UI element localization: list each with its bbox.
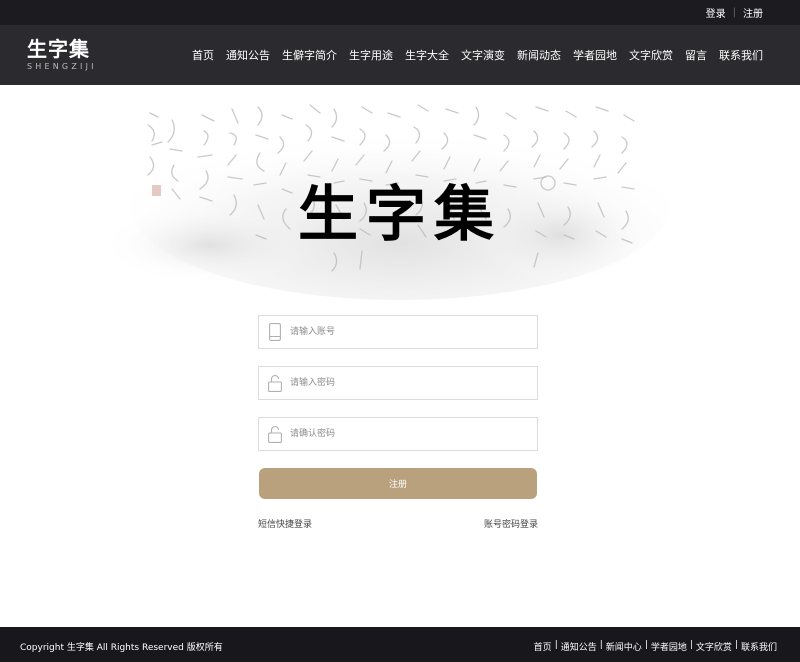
calligraphy-background: 生字集: [100, 104, 670, 300]
footer: Copyright 生字集 All Rights Reserved 版权所有 首…: [0, 627, 800, 662]
logo-pinyin: SHENGZIJI: [27, 62, 97, 71]
nav-item-home[interactable]: 首页: [192, 47, 214, 63]
account-field[interactable]: [258, 315, 538, 349]
nav-item-notices[interactable]: 通知公告: [226, 47, 270, 63]
nav-item-contact[interactable]: 联系我们: [719, 47, 763, 63]
top-bar: 登录 | 注册: [0, 0, 800, 25]
calligraphy-banner: 生字集: [0, 85, 800, 303]
login-options: 短信快捷登录 账号密码登录: [258, 517, 538, 530]
site-logo[interactable]: 生字集 SHENGZIJI: [27, 37, 97, 72]
divider: |: [732, 7, 736, 18]
calligraphy-title: 生字集: [298, 180, 502, 250]
lock-icon: [259, 367, 290, 399]
footer-link-appreciation[interactable]: 文字欣赏: [696, 640, 732, 653]
lock-icon: [259, 418, 290, 450]
nav-item-usage[interactable]: 生字用途: [349, 47, 393, 63]
nav-item-appreciation[interactable]: 文字欣赏: [629, 47, 673, 63]
nav-item-dictionary[interactable]: 生字大全: [405, 47, 449, 63]
login-link[interactable]: 登录: [706, 5, 726, 20]
auth-links: 登录 | 注册: [706, 5, 763, 20]
register-button[interactable]: 注册: [259, 468, 537, 499]
sms-login-link[interactable]: 短信快捷登录: [258, 517, 312, 530]
password-login-link[interactable]: 账号密码登录: [484, 517, 538, 530]
divider: |: [599, 640, 603, 650]
nav-item-messages[interactable]: 留言: [685, 47, 707, 63]
divider: |: [734, 640, 738, 650]
nav-item-intro[interactable]: 生僻字简介: [282, 47, 337, 63]
logo-name: 生字集: [27, 37, 90, 61]
header: 生字集 SHENGZIJI 首页 通知公告 生僻字简介 生字用途 生字大全 文字…: [0, 25, 800, 85]
phone-icon: [259, 316, 290, 348]
account-input[interactable]: [290, 317, 537, 347]
password-field[interactable]: [258, 366, 538, 400]
register-link[interactable]: 注册: [743, 5, 763, 20]
copyright-text: Copyright 生字集 All Rights Reserved 版权所有: [20, 643, 223, 653]
footer-links: 首页 | 通知公告 | 新闻中心 | 学者园地 | 文字欣赏 | 联系我们: [534, 640, 777, 653]
footer-link-notices[interactable]: 通知公告: [561, 640, 597, 653]
nav-item-news[interactable]: 新闻动态: [517, 47, 561, 63]
divider: |: [689, 640, 693, 650]
footer-link-home[interactable]: 首页: [534, 640, 552, 653]
divider: |: [554, 640, 558, 650]
footer-link-contact[interactable]: 联系我们: [741, 640, 777, 653]
password-input[interactable]: [290, 368, 537, 398]
footer-link-scholars[interactable]: 学者园地: [651, 640, 687, 653]
confirm-password-field[interactable]: [258, 417, 538, 451]
nav-item-evolution[interactable]: 文字演变: [461, 47, 505, 63]
footer-link-news[interactable]: 新闻中心: [606, 640, 642, 653]
confirm-password-input[interactable]: [290, 419, 537, 449]
divider: |: [644, 640, 648, 650]
main-nav: 首页 通知公告 生僻字简介 生字用途 生字大全 文字演变 新闻动态 学者园地 文…: [192, 47, 763, 63]
nav-item-scholars[interactable]: 学者园地: [573, 47, 617, 63]
register-form: 注册 短信快捷登录 账号密码登录: [258, 315, 538, 530]
